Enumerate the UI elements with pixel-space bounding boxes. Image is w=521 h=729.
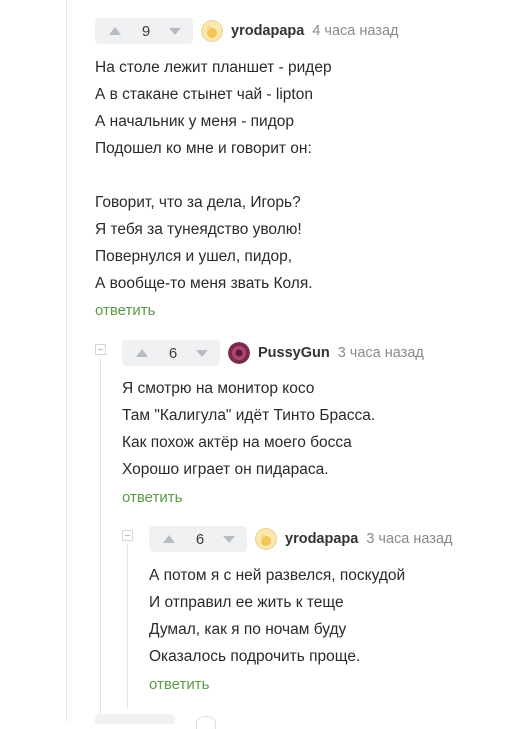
username[interactable]: yrodapapa — [285, 531, 358, 547]
chevron-down-icon — [169, 28, 181, 35]
comment-header: 9 yrodapapa 4 часа назад — [95, 18, 398, 44]
upvote-button[interactable] — [149, 526, 189, 552]
thread-branch-line[interactable] — [127, 544, 128, 708]
reply-link[interactable]: ответить — [122, 489, 182, 506]
avatar[interactable] — [201, 20, 223, 42]
timestamp[interactable]: 4 часа назад — [312, 23, 398, 39]
reply-link[interactable]: ответить — [95, 302, 155, 319]
comment-line — [95, 162, 332, 189]
upvote-button[interactable] — [95, 18, 135, 44]
comment-line: Оказалось подрочить проще. — [149, 648, 361, 665]
comment-body: Я смотрю на монитор косо Там "Калигула" … — [122, 375, 375, 483]
comment-body: На столе лежит планшет - ридер А в стака… — [95, 54, 332, 297]
chevron-down-icon — [223, 536, 235, 543]
comment-line: Там "Калигула" идёт Тинто Брасса. — [122, 407, 376, 424]
comment-line: А начальник у меня - пидор — [95, 113, 295, 130]
comment-line: Повернулся и ушел, пидор, — [95, 248, 293, 265]
comment-line: Хорошо играет он пидараса. — [122, 461, 329, 478]
vote-box: 6 — [122, 340, 220, 366]
next-comment-avatar — [196, 716, 216, 729]
vote-box: 6 — [149, 526, 247, 552]
comment-line: А потом я с ней развелся, поскудой — [149, 567, 406, 584]
downvote-button[interactable] — [157, 18, 193, 44]
avatar[interactable] — [255, 528, 277, 550]
thread-branch-line[interactable] — [100, 358, 101, 722]
timestamp[interactable]: 3 часа назад — [366, 531, 452, 547]
triangle-up-icon — [136, 349, 148, 357]
downvote-button[interactable] — [211, 526, 247, 552]
minus-box-icon[interactable] — [122, 530, 133, 541]
comment-line: Я тебя за тунеядство уволю! — [95, 221, 302, 238]
next-comment-vote-box — [95, 714, 175, 724]
chevron-down-icon — [196, 350, 208, 357]
comment-line: Как похож актёр на моего босса — [122, 434, 352, 451]
comment-line: Подошел ко мне и говорит он: — [95, 140, 312, 157]
comment-line: На столе лежит планшет - ридер — [95, 59, 332, 76]
comment-body: А потом я с ней развелся, поскудой И отп… — [149, 562, 405, 670]
vote-count: 6 — [195, 530, 205, 548]
downvote-button[interactable] — [184, 340, 220, 366]
thread-line — [66, 0, 67, 722]
vote-count: 9 — [141, 22, 151, 40]
minus-box-icon[interactable] — [95, 344, 106, 355]
reply-link[interactable]: ответить — [149, 676, 209, 693]
comment-header: 6 PussyGun 3 часа назад — [122, 340, 424, 366]
comment-line: И отправил ее жить к теще — [149, 594, 344, 611]
comment-line: Говорит, что за дела, Игорь? — [95, 194, 301, 211]
vote-count: 6 — [168, 344, 178, 362]
timestamp[interactable]: 3 часа назад — [338, 345, 424, 361]
triangle-up-icon — [163, 535, 175, 543]
comment-line: Я смотрю на монитор косо — [122, 380, 315, 397]
comment-line: Думал, как я по ночам буду — [149, 621, 347, 638]
vote-box: 9 — [95, 18, 193, 44]
avatar[interactable] — [228, 342, 250, 364]
username[interactable]: yrodapapa — [231, 23, 304, 39]
upvote-button[interactable] — [122, 340, 162, 366]
comment-line: А вообще-то меня звать Коля. — [95, 275, 313, 292]
triangle-up-icon — [109, 27, 121, 35]
username[interactable]: PussyGun — [258, 345, 330, 361]
comment-header: 6 yrodapapa 3 часа назад — [149, 526, 452, 552]
comment-line: А в стакане стынет чай - lipton — [95, 86, 313, 103]
